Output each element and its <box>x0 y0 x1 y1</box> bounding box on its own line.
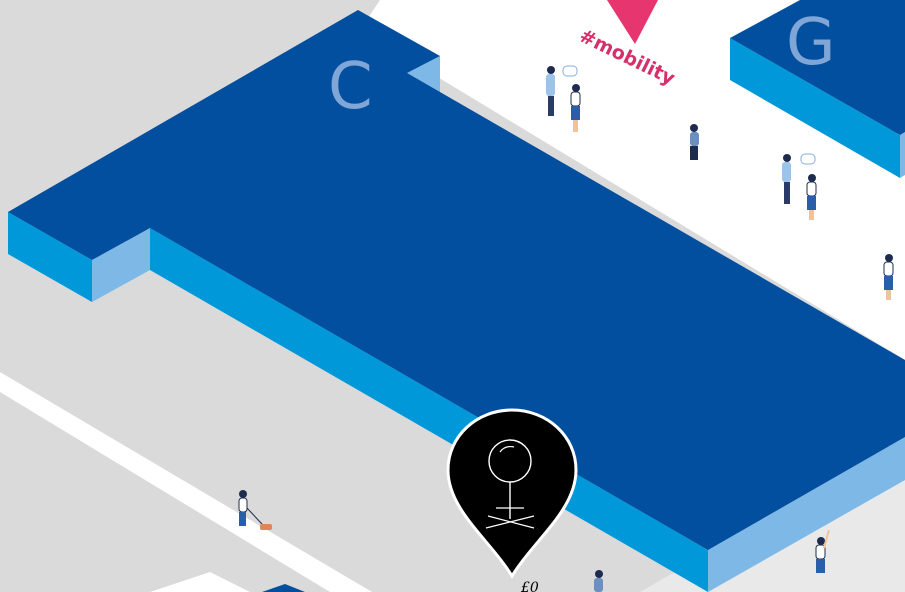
pin-label: £0 <box>520 580 539 592</box>
map-canvas[interactable]: C G #mobility £0 <box>0 0 905 592</box>
person-walking-1 <box>690 124 699 160</box>
building-g-label: G <box>786 6 836 80</box>
building-c-label: C <box>328 50 373 124</box>
map-svg: C G #mobility £0 <box>0 0 905 592</box>
person-south <box>594 570 603 592</box>
building-g-side-light <box>900 132 905 178</box>
